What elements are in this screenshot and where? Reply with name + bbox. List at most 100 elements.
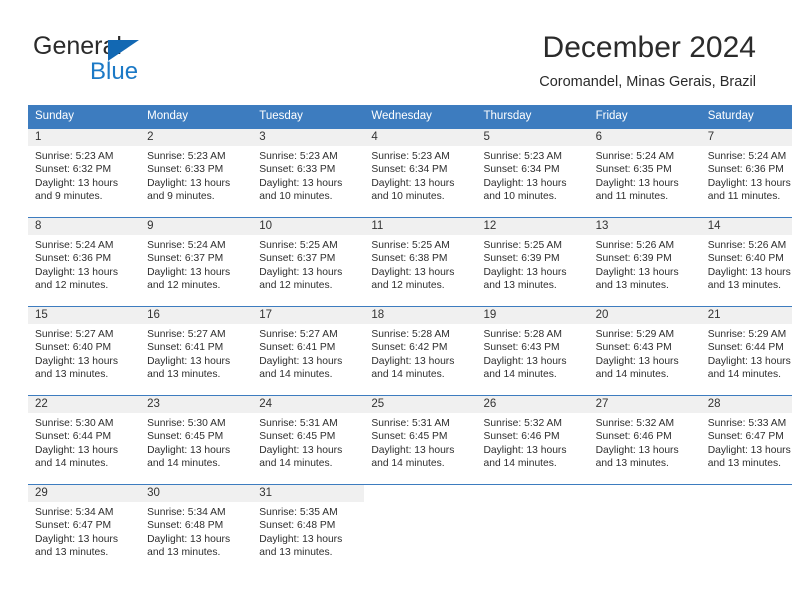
daylight-text-line1: Daylight: 13 hours xyxy=(707,177,791,189)
day-number: 12 xyxy=(476,218,589,235)
sunset-text: Sunset: 6:37 PM xyxy=(147,253,224,265)
day-cell[interactable]: 27 Sunrise: 5:32 AM Sunset: 6:46 PM Dayl… xyxy=(588,395,701,485)
day-number: 4 xyxy=(364,129,477,146)
title-block: December 2024 Coromandel, Minas Gerais, … xyxy=(539,30,756,92)
day-cell[interactable]: 6 Sunrise: 5:24 AM Sunset: 6:35 PM Dayli… xyxy=(588,128,701,218)
day-cell[interactable]: 7 Sunrise: 5:24 AM Sunset: 6:36 PM Dayli… xyxy=(700,128,792,218)
day-cell[interactable]: 22 Sunrise: 5:30 AM Sunset: 6:44 PM Dayl… xyxy=(28,395,141,485)
day-cell[interactable]: 10 Sunrise: 5:25 AM Sunset: 6:37 PM Dayl… xyxy=(252,217,365,307)
sunset-text: Sunset: 6:39 PM xyxy=(595,253,672,265)
sunset-text: Sunset: 6:46 PM xyxy=(595,431,672,443)
day-cell[interactable]: 26 Sunrise: 5:32 AM Sunset: 6:46 PM Dayl… xyxy=(476,395,589,485)
daylight-text-line2: and 12 minutes. xyxy=(259,280,333,292)
daylight-text-line2: and 12 minutes. xyxy=(147,280,221,292)
weekday-header-sunday: Sunday xyxy=(28,105,141,129)
day-cell[interactable]: 17 Sunrise: 5:27 AM Sunset: 6:41 PM Dayl… xyxy=(252,306,365,396)
calendar-body: 1 Sunrise: 5:23 AM Sunset: 6:32 PM Dayli… xyxy=(28,128,792,573)
daylight-text-line2: and 9 minutes. xyxy=(147,191,215,203)
day-cell[interactable]: 25 Sunrise: 5:31 AM Sunset: 6:45 PM Dayl… xyxy=(364,395,477,485)
daylight-text-line2: and 13 minutes. xyxy=(35,369,109,381)
day-cell[interactable]: 4 Sunrise: 5:23 AM Sunset: 6:34 PM Dayli… xyxy=(364,128,477,218)
day-details: Sunrise: 5:27 AM Sunset: 6:41 PM Dayligh… xyxy=(252,324,364,382)
sunrise-text: Sunrise: 5:33 AM xyxy=(707,418,787,429)
sunrise-text: Sunrise: 5:23 AM xyxy=(35,151,114,162)
day-cell[interactable]: 24 Sunrise: 5:31 AM Sunset: 6:45 PM Dayl… xyxy=(252,395,365,485)
sunset-text: Sunset: 6:45 PM xyxy=(259,431,336,443)
day-cell[interactable]: 30 Sunrise: 5:34 AM Sunset: 6:48 PM Dayl… xyxy=(140,484,253,573)
sunrise-text: Sunrise: 5:30 AM xyxy=(147,418,226,429)
daylight-text-line1: Daylight: 13 hours xyxy=(371,266,455,278)
day-details: Sunrise: 5:23 AM Sunset: 6:33 PM Dayligh… xyxy=(140,146,252,204)
sunset-text: Sunset: 6:47 PM xyxy=(35,520,112,532)
day-details: Sunrise: 5:24 AM Sunset: 6:36 PM Dayligh… xyxy=(28,235,140,293)
day-cell[interactable]: 13 Sunrise: 5:26 AM Sunset: 6:39 PM Dayl… xyxy=(588,217,701,307)
day-cell-empty xyxy=(364,484,477,573)
sunset-text: Sunset: 6:33 PM xyxy=(259,164,336,176)
day-cell[interactable]: 19 Sunrise: 5:28 AM Sunset: 6:43 PM Dayl… xyxy=(476,306,589,396)
daylight-text-line1: Daylight: 13 hours xyxy=(259,444,343,456)
sunrise-text: Sunrise: 5:34 AM xyxy=(147,507,226,518)
daylight-text-line2: and 13 minutes. xyxy=(259,547,333,559)
day-number: 21 xyxy=(700,307,792,324)
sunrise-text: Sunrise: 5:26 AM xyxy=(707,240,787,251)
sunset-text: Sunset: 6:40 PM xyxy=(35,342,112,354)
page-title: December 2024 xyxy=(542,31,756,64)
day-cell[interactable]: 16 Sunrise: 5:27 AM Sunset: 6:41 PM Dayl… xyxy=(140,306,253,396)
day-details: Sunrise: 5:25 AM Sunset: 6:37 PM Dayligh… xyxy=(252,235,364,293)
day-cell[interactable]: 18 Sunrise: 5:28 AM Sunset: 6:42 PM Dayl… xyxy=(364,306,477,396)
day-details: Sunrise: 5:35 AM Sunset: 6:48 PM Dayligh… xyxy=(252,502,364,560)
day-cell[interactable]: 8 Sunrise: 5:24 AM Sunset: 6:36 PM Dayli… xyxy=(28,217,141,307)
day-number: 11 xyxy=(364,218,477,235)
daylight-text-line2: and 14 minutes. xyxy=(371,458,445,470)
day-cell[interactable]: 28 Sunrise: 5:33 AM Sunset: 6:47 PM Dayl… xyxy=(700,395,792,485)
day-details: Sunrise: 5:31 AM Sunset: 6:45 PM Dayligh… xyxy=(252,413,364,471)
sunset-text: Sunset: 6:40 PM xyxy=(707,253,784,265)
day-number: 18 xyxy=(364,307,477,324)
day-number: 25 xyxy=(364,396,477,413)
day-cell[interactable]: 14 Sunrise: 5:26 AM Sunset: 6:40 PM Dayl… xyxy=(700,217,792,307)
day-cell[interactable]: 12 Sunrise: 5:25 AM Sunset: 6:39 PM Dayl… xyxy=(476,217,589,307)
day-number xyxy=(588,485,701,502)
calendar-grid: Sunday Monday Tuesday Wednesday Thursday… xyxy=(28,105,792,573)
daylight-text-line1: Daylight: 13 hours xyxy=(35,533,118,545)
day-number: 5 xyxy=(476,129,589,146)
day-number: 29 xyxy=(28,485,141,502)
daylight-text-line1: Daylight: 13 hours xyxy=(371,444,455,456)
day-number: 15 xyxy=(28,307,141,324)
daylight-text-line2: and 12 minutes. xyxy=(35,280,109,292)
day-cell[interactable]: 3 Sunrise: 5:23 AM Sunset: 6:33 PM Dayli… xyxy=(252,128,365,218)
day-cell[interactable]: 2 Sunrise: 5:23 AM Sunset: 6:33 PM Dayli… xyxy=(140,128,253,218)
sunset-text: Sunset: 6:41 PM xyxy=(147,342,224,354)
day-number: 26 xyxy=(476,396,589,413)
daylight-text-line1: Daylight: 13 hours xyxy=(595,266,679,278)
day-number: 2 xyxy=(140,129,253,146)
daylight-text-line2: and 14 minutes. xyxy=(35,458,109,470)
day-cell[interactable]: 31 Sunrise: 5:35 AM Sunset: 6:48 PM Dayl… xyxy=(252,484,365,573)
day-cell[interactable]: 21 Sunrise: 5:29 AM Sunset: 6:44 PM Dayl… xyxy=(700,306,792,396)
daylight-text-line1: Daylight: 13 hours xyxy=(259,533,343,545)
day-cell[interactable]: 20 Sunrise: 5:29 AM Sunset: 6:43 PM Dayl… xyxy=(588,306,701,396)
day-details: Sunrise: 5:28 AM Sunset: 6:43 PM Dayligh… xyxy=(477,324,589,382)
sunset-text: Sunset: 6:35 PM xyxy=(595,164,672,176)
calendar-week-row: 1 Sunrise: 5:23 AM Sunset: 6:32 PM Dayli… xyxy=(28,128,792,218)
sunrise-text: Sunrise: 5:24 AM xyxy=(35,240,114,251)
sunset-text: Sunset: 6:46 PM xyxy=(483,431,560,443)
sunset-text: Sunset: 6:43 PM xyxy=(595,342,672,354)
day-details: Sunrise: 5:25 AM Sunset: 6:38 PM Dayligh… xyxy=(364,235,476,293)
day-details: Sunrise: 5:33 AM Sunset: 6:47 PM Dayligh… xyxy=(701,413,792,471)
sunrise-text: Sunrise: 5:34 AM xyxy=(35,507,114,518)
daylight-text-line1: Daylight: 13 hours xyxy=(147,533,231,545)
day-cell[interactable]: 15 Sunrise: 5:27 AM Sunset: 6:40 PM Dayl… xyxy=(28,306,141,396)
generalblue-logo[interactable]: General Blue xyxy=(33,33,223,85)
sunrise-text: Sunrise: 5:27 AM xyxy=(147,329,226,340)
day-cell[interactable]: 9 Sunrise: 5:24 AM Sunset: 6:37 PM Dayli… xyxy=(140,217,253,307)
day-cell[interactable]: 29 Sunrise: 5:34 AM Sunset: 6:47 PM Dayl… xyxy=(28,484,141,573)
day-cell[interactable]: 23 Sunrise: 5:30 AM Sunset: 6:45 PM Dayl… xyxy=(140,395,253,485)
day-cell[interactable]: 5 Sunrise: 5:23 AM Sunset: 6:34 PM Dayli… xyxy=(476,128,589,218)
day-cell[interactable]: 1 Sunrise: 5:23 AM Sunset: 6:32 PM Dayli… xyxy=(28,128,141,218)
sunset-text: Sunset: 6:44 PM xyxy=(707,342,784,354)
day-cell-empty xyxy=(700,484,792,573)
daylight-text-line1: Daylight: 13 hours xyxy=(35,177,118,189)
day-cell[interactable]: 11 Sunrise: 5:25 AM Sunset: 6:38 PM Dayl… xyxy=(364,217,477,307)
day-number: 17 xyxy=(252,307,365,324)
